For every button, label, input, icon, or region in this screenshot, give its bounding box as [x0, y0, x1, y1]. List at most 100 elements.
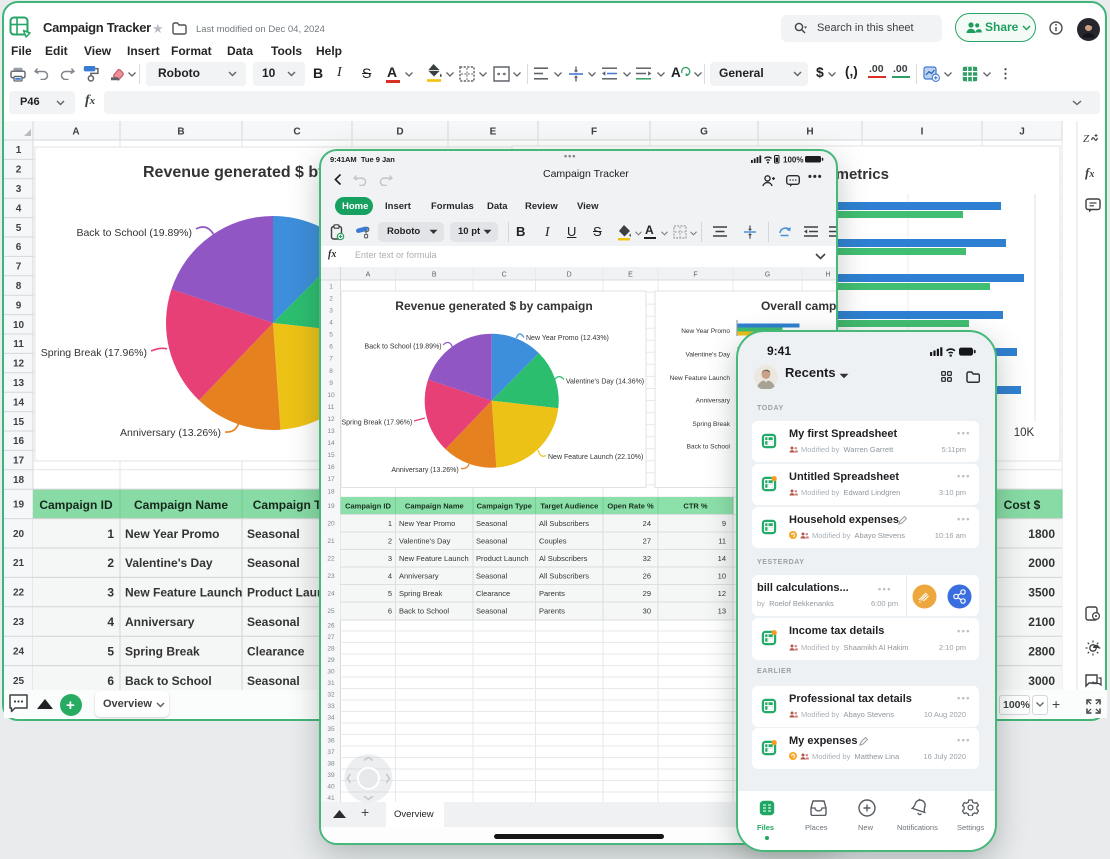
svg-text:Spring Break: Spring Break [692, 421, 730, 428]
svg-text:11: 11 [718, 537, 726, 546]
svg-text:New Year Promo: New Year Promo [681, 328, 730, 335]
svg-text:Anniversary (13.26%): Anniversary (13.26%) [391, 467, 458, 474]
svg-text:11: 11 [328, 404, 335, 411]
svg-text:17: 17 [327, 476, 335, 483]
svg-text:19: 19 [13, 499, 25, 510]
svg-text:13: 13 [718, 607, 726, 616]
svg-text:Campaign ID: Campaign ID [39, 498, 113, 512]
svg-text:Valentine's Day: Valentine's Day [686, 352, 731, 359]
svg-text:Al Subscribers: Al Subscribers [539, 554, 588, 563]
svg-text:4: 4 [107, 615, 114, 629]
svg-text:24: 24 [643, 519, 651, 528]
svg-text:10K: 10K [1014, 427, 1035, 439]
svg-text:1: 1 [107, 527, 114, 541]
svg-text:4: 4 [388, 572, 392, 581]
svg-text:D: D [567, 272, 572, 279]
svg-text:Spring Break: Spring Break [399, 589, 443, 598]
svg-text:Clearance: Clearance [247, 644, 305, 658]
svg-text:37: 37 [327, 749, 335, 756]
svg-text:18: 18 [327, 488, 335, 495]
svg-text:G: G [700, 127, 708, 138]
svg-text:1: 1 [16, 145, 22, 156]
svg-text:29: 29 [643, 589, 651, 598]
svg-text:C: C [293, 127, 300, 138]
svg-text:30: 30 [643, 607, 651, 616]
svg-text:2800: 2800 [1028, 644, 1055, 658]
svg-text:1800: 1800 [1028, 527, 1055, 541]
svg-text:Seasonal: Seasonal [247, 556, 300, 570]
svg-text:26: 26 [643, 572, 651, 581]
svg-text:27: 27 [327, 634, 335, 641]
svg-text:15: 15 [13, 417, 25, 428]
svg-text:14: 14 [718, 554, 726, 563]
svg-text:41: 41 [327, 795, 335, 802]
svg-text:36: 36 [327, 738, 335, 745]
svg-text:1: 1 [388, 519, 392, 528]
svg-text:12: 12 [327, 416, 335, 423]
svg-text:2: 2 [107, 556, 114, 570]
svg-text:Product Launch: Product Launch [476, 554, 529, 563]
svg-text:33: 33 [327, 703, 335, 710]
svg-text:Seasonal: Seasonal [247, 615, 300, 629]
svg-text:14: 14 [13, 397, 25, 408]
svg-text:E: E [628, 272, 633, 279]
svg-text:Couples: Couples [539, 537, 567, 546]
svg-text:31: 31 [327, 680, 335, 687]
svg-text:Campaign Type: Campaign Type [477, 502, 532, 511]
svg-text:39: 39 [327, 772, 335, 779]
svg-text:16: 16 [327, 464, 335, 471]
svg-text:New Feature Launch (22.10%): New Feature Launch (22.10%) [548, 454, 643, 461]
svg-text:19: 19 [327, 503, 335, 510]
svg-text:J: J [1019, 127, 1025, 138]
svg-text:3: 3 [107, 586, 114, 600]
svg-text:E: E [490, 127, 497, 138]
svg-text:28: 28 [327, 646, 335, 653]
svg-text:25: 25 [327, 608, 335, 615]
svg-text:9: 9 [16, 300, 22, 311]
svg-text:22: 22 [327, 556, 335, 563]
svg-text:40: 40 [327, 784, 335, 791]
svg-text:2100: 2100 [1028, 615, 1055, 629]
svg-text:Campaign Name: Campaign Name [405, 502, 464, 511]
svg-text:24: 24 [13, 646, 25, 657]
svg-text:Clearance: Clearance [476, 589, 510, 598]
svg-text:Valentine's Day (14.36%): Valentine's Day (14.36%) [566, 378, 644, 385]
svg-text:21: 21 [327, 538, 335, 545]
svg-text:7: 7 [16, 262, 22, 273]
svg-text:Target Audience: Target Audience [540, 502, 598, 511]
svg-text:13: 13 [13, 378, 25, 389]
svg-text:New Year Promo (12.43%): New Year Promo (12.43%) [526, 335, 609, 342]
svg-text:6: 6 [16, 242, 22, 253]
svg-text:Anniversary: Anniversary [696, 398, 731, 405]
svg-text:9: 9 [722, 519, 726, 528]
svg-text:Cost $: Cost $ [1004, 498, 1041, 512]
svg-text:New Year Promo: New Year Promo [399, 519, 455, 528]
svg-text:Z: Z [1083, 133, 1090, 145]
svg-text:10: 10 [13, 320, 25, 331]
svg-text:Valentine's Day: Valentine's Day [399, 537, 451, 546]
svg-text:Seasonal: Seasonal [247, 527, 300, 541]
svg-text:32: 32 [643, 554, 651, 563]
svg-text:F: F [591, 127, 597, 138]
svg-text:Seasonal: Seasonal [476, 607, 508, 616]
svg-text:29: 29 [327, 657, 335, 664]
svg-text:12: 12 [718, 589, 726, 598]
svg-text:25: 25 [13, 676, 25, 687]
svg-text:23: 23 [13, 617, 25, 628]
svg-text:Valentine's Day: Valentine's Day [125, 556, 213, 570]
svg-text:23: 23 [327, 573, 335, 580]
svg-text:Open Rate %: Open Rate % [607, 502, 654, 511]
svg-text:G: G [765, 272, 770, 279]
svg-text:H: H [806, 127, 813, 138]
svg-text:Spring Break (17.96%): Spring Break (17.96%) [341, 420, 412, 427]
svg-text:All Subscribers: All Subscribers [539, 519, 589, 528]
svg-text:New Year Promo: New Year Promo [125, 527, 220, 541]
svg-text:Campaign ID: Campaign ID [345, 502, 391, 511]
svg-text:1: 1 [329, 283, 333, 290]
svg-text:10: 10 [327, 392, 335, 399]
svg-text:CTR %: CTR % [683, 502, 707, 511]
svg-text:5: 5 [388, 589, 392, 598]
svg-text:Revenue generated $ by campaig: Revenue generated $ by campaign [395, 299, 592, 313]
svg-text:5: 5 [16, 223, 22, 234]
svg-text:2: 2 [16, 165, 22, 176]
